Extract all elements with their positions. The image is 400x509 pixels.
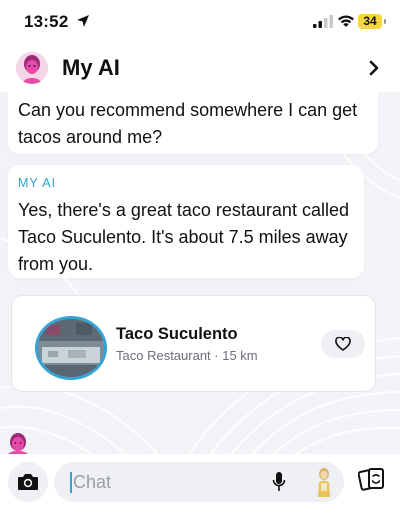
text-caret [70, 472, 72, 493]
chevron-right-icon[interactable] [368, 60, 380, 76]
cellular-signal-icon [313, 15, 333, 28]
heart-icon [335, 337, 351, 351]
place-image [35, 316, 107, 380]
chat-header[interactable]: My AI [0, 44, 400, 92]
ai-message-text: Yes, there's a great taco restaurant cal… [18, 200, 349, 274]
status-bar: 13:52 34 [0, 0, 400, 44]
ai-message: MY AI Yes, there's a great taco restaura… [8, 165, 364, 278]
battery-tip [384, 19, 386, 24]
bitmoji-icon[interactable] [314, 467, 334, 499]
battery-indicator: 34 [358, 14, 382, 29]
page-title: My AI [62, 55, 120, 80]
location-arrow-icon [77, 15, 89, 27]
wifi-icon [338, 15, 354, 27]
chat-input-bar: Chat [0, 454, 400, 509]
ai-typing-avatar [7, 433, 29, 456]
sticker-cards-icon[interactable] [358, 466, 386, 492]
microphone-icon[interactable] [272, 471, 286, 493]
chat-input[interactable]: Chat [54, 462, 344, 502]
camera-button[interactable] [8, 462, 48, 502]
restaurant-photo [38, 319, 104, 377]
avatar-figure-icon [16, 52, 48, 84]
ai-sender-label: MY AI [18, 176, 57, 190]
place-card[interactable]: Taco Suculento Taco Restaurant · 15 km [11, 295, 376, 392]
user-message-text: Can you recommend somewhere I can get ta… [18, 100, 358, 147]
place-meta: Taco Restaurant · 15 km [116, 348, 258, 363]
save-place-button[interactable] [321, 330, 365, 358]
place-name: Taco Suculento [116, 325, 238, 343]
camera-icon [18, 474, 38, 490]
my-ai-avatar[interactable] [16, 52, 48, 84]
user-message: Can you recommend somewhere I can get ta… [8, 92, 378, 154]
status-time: 13:52 [24, 12, 69, 31]
chat-input-placeholder: Chat [73, 472, 112, 492]
